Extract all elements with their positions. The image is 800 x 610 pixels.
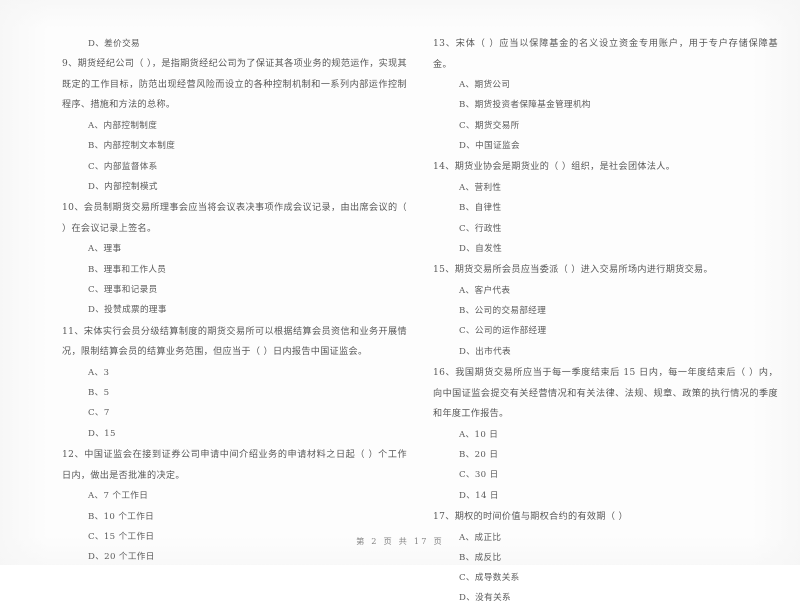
question-option: B、理事和工作人员 bbox=[88, 264, 167, 275]
question-option: C、公司的运作部经理 bbox=[459, 326, 547, 337]
question-option: C、30 日 bbox=[459, 470, 499, 481]
question-stem: 16、我国期货交易所应当于每一季度结束后 15 日内，每一年度结束后（ ）内，向… bbox=[433, 367, 778, 420]
question-option: B、内部控制文本制度 bbox=[88, 141, 176, 152]
question-stem: 14、期货业协会是期货业的（ ）组织，是社会团体法人。 bbox=[433, 162, 676, 173]
right-column: 13、宋体（ ）应当以保障基金的名义设立资金专用账户，用于专户存储保障基金。 A… bbox=[433, 34, 784, 610]
question-option: A、期货公司 bbox=[459, 80, 511, 91]
question-option: C、内部监督体系 bbox=[88, 161, 158, 172]
question-option: A、7 个工作日 bbox=[88, 491, 149, 502]
question-option: C、7 bbox=[88, 408, 110, 419]
question-option: D、内部控制模式 bbox=[88, 181, 158, 192]
question-option: C、期货交易所 bbox=[459, 120, 520, 131]
question-option: D、出市代表 bbox=[459, 346, 511, 357]
orphan-option-d: D、差价交易 bbox=[88, 39, 140, 49]
document-page: D、差价交易 9、期货经纪公司（ ），是指期货经纪公司为了保证其各项业务的规范运… bbox=[0, 0, 800, 603]
question-stem: 9、期货经纪公司（ ），是指期货经纪公司为了保证其各项业务的规范运作，实现其既定… bbox=[62, 59, 407, 111]
question-stem: 11、宋体实行会员分级结算制度的期货交易所可以根据结算会员资信和业务开展情况，限… bbox=[62, 326, 407, 358]
question-option: D、15 bbox=[88, 428, 116, 439]
left-column: D、差价交易 9、期货经纪公司（ ），是指期货经纪公司为了保证其各项业务的规范运… bbox=[62, 34, 413, 610]
question-option: D、投赞成票的理事 bbox=[88, 305, 167, 316]
question-option: D、14 日 bbox=[459, 490, 499, 501]
question-option: B、成反比 bbox=[459, 552, 502, 563]
two-column-layout: D、差价交易 9、期货经纪公司（ ），是指期货经纪公司为了保证其各项业务的规范运… bbox=[0, 34, 800, 610]
question-option: C、理事和记录员 bbox=[88, 285, 158, 296]
question-block-13: 13、宋体（ ）应当以保障基金的名义设立资金专用账户，用于专户存储保障基金。 A… bbox=[433, 34, 778, 156]
page-footer: 第 2 页 共 17 页 bbox=[356, 536, 444, 546]
question-stem: 12、中国证监会在接到证券公司申请中间介绍业务的申请材料之日起（ ）个工作日内，… bbox=[62, 450, 407, 481]
question-stem: 17、期权的时间价值与期权合约的有效期（ ） bbox=[433, 511, 628, 522]
question-stem: 13、宋体（ ）应当以保障基金的名义设立资金专用账户，用于专户存储保障基金。 bbox=[433, 39, 778, 70]
question-stem: 10、会员制期货交易所理事会应当将会议表决事项作成会议记录，由出席会议的（ ）在… bbox=[62, 203, 407, 234]
question-option: D、自发性 bbox=[459, 243, 503, 254]
question-option: D、没有关系 bbox=[459, 593, 511, 604]
question-option: B、期货投资者保障基金管理机构 bbox=[459, 100, 591, 111]
question-option: A、营利性 bbox=[459, 182, 502, 193]
question-block-16: 16、我国期货交易所应当于每一季度结束后 15 日内，每一年度结束后（ ）内，向… bbox=[433, 363, 778, 506]
question-block-10: 10、会员制期货交易所理事会应当将会议表决事项作成会议记录，由出席会议的（ ）在… bbox=[62, 198, 407, 320]
question-option: A、内部控制制度 bbox=[88, 121, 158, 132]
question-stem: 15、期货交易所会员应当委派（ ）进入交易所场内进行期货交易。 bbox=[433, 265, 713, 276]
question-option: B、5 bbox=[88, 388, 110, 399]
question-option: B、自律性 bbox=[459, 203, 502, 214]
question-block-9: 9、期货经纪公司（ ），是指期货经纪公司为了保证其各项业务的规范运作，实现其既定… bbox=[62, 54, 407, 197]
question-option: A、客户代表 bbox=[459, 285, 511, 296]
question-option: B、公司的交易部经理 bbox=[459, 306, 547, 317]
question-option: A、10 日 bbox=[459, 429, 499, 440]
question-block-14: 14、期货业协会是期货业的（ ）组织，是社会团体法人。 A、营利性 B、自律性 … bbox=[433, 157, 778, 259]
question-option: D、20 个工作日 bbox=[88, 552, 155, 563]
question-option: B、20 日 bbox=[459, 450, 499, 461]
question-option: C、成导数关系 bbox=[459, 573, 520, 584]
question-option: B、10 个工作日 bbox=[88, 511, 155, 522]
question-option: A、3 bbox=[88, 367, 110, 378]
question-block-11: 11、宋体实行会员分级结算制度的期货交易所可以根据结算会员资信和业务开展情况，限… bbox=[62, 322, 407, 444]
question-block-15: 15、期货交易所会员应当委派（ ）进入交易所场内进行期货交易。 A、客户代表 B… bbox=[433, 260, 778, 362]
question-block-12: 12、中国证监会在接到证券公司申请中间介绍业务的申请材料之日起（ ）个工作日内，… bbox=[62, 445, 407, 567]
question-option: C、行政性 bbox=[459, 223, 502, 234]
question-block-17: 17、期权的时间价值与期权合约的有效期（ ） A、成正比 B、成反比 C、成导数… bbox=[433, 507, 778, 609]
question-option: D、中国证监会 bbox=[459, 141, 520, 152]
question-option: A、理事 bbox=[88, 244, 122, 255]
